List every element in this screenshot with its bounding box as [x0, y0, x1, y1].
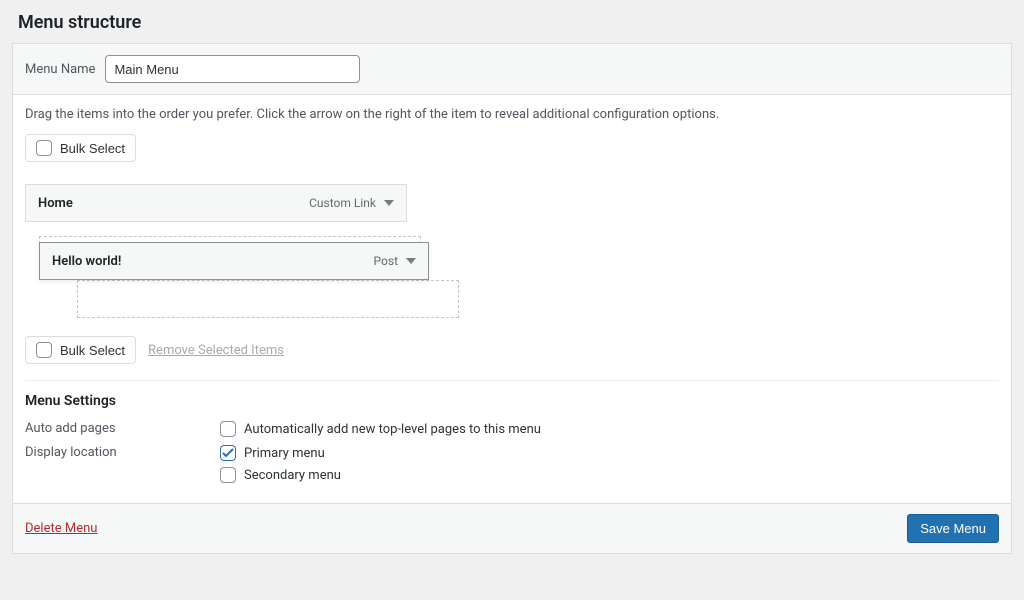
display-location-row: Display location Primary menu Secondary … [25, 445, 999, 483]
auto-add-option[interactable]: Automatically add new top-level pages to… [220, 421, 541, 437]
chevron-down-icon [384, 200, 394, 206]
help-text: Drag the items into the order you prefer… [25, 107, 999, 122]
bulk-select-checkbox-top[interactable] [36, 140, 52, 156]
menu-item-home[interactable]: Home Custom Link [25, 184, 407, 222]
separator [25, 380, 999, 381]
chevron-down-icon [406, 258, 416, 264]
menu-item-title: Hello world! [52, 254, 121, 269]
menu-item-title: Home [38, 196, 73, 211]
bulk-select-label: Bulk Select [60, 343, 125, 358]
menu-panel: Menu Name Drag the items into the order … [12, 43, 1012, 554]
menu-item-type[interactable]: Custom Link [309, 196, 394, 210]
location-primary[interactable]: Primary menu [220, 445, 341, 461]
menu-items-list[interactable]: Home Custom Link Hello world! Post [25, 184, 999, 324]
bulk-select-label: Bulk Select [60, 141, 125, 156]
delete-menu-link[interactable]: Delete Menu [25, 521, 97, 536]
save-menu-button[interactable]: Save Menu [907, 514, 999, 543]
location-secondary-checkbox[interactable] [220, 467, 236, 483]
display-location-label: Display location [25, 445, 220, 483]
menu-item-type[interactable]: Post [374, 254, 416, 268]
menu-name-input[interactable] [105, 55, 360, 83]
panel-footer: Delete Menu Save Menu [13, 503, 1011, 553]
panel-body: Drag the items into the order you prefer… [13, 95, 1011, 503]
auto-add-label: Auto add pages [25, 421, 220, 437]
location-secondary[interactable]: Secondary menu [220, 467, 341, 483]
drop-placeholder-nested [77, 280, 459, 318]
menu-settings-heading: Menu Settings [25, 393, 999, 409]
location-primary-checkbox[interactable] [220, 445, 236, 461]
bulk-select-bottom-button[interactable]: Bulk Select [25, 336, 136, 364]
remove-selected-link[interactable]: Remove Selected Items [148, 343, 284, 358]
auto-add-checkbox[interactable] [220, 421, 236, 437]
auto-add-row: Auto add pages Automatically add new top… [25, 421, 999, 437]
bulk-select-top-button[interactable]: Bulk Select [25, 134, 136, 162]
menu-item-hello-world[interactable]: Hello world! Post [39, 242, 429, 280]
section-title: Menu structure [18, 12, 1012, 33]
menu-name-label: Menu Name [25, 62, 95, 77]
panel-header: Menu Name [13, 44, 1011, 95]
bulk-select-checkbox-bottom[interactable] [36, 342, 52, 358]
